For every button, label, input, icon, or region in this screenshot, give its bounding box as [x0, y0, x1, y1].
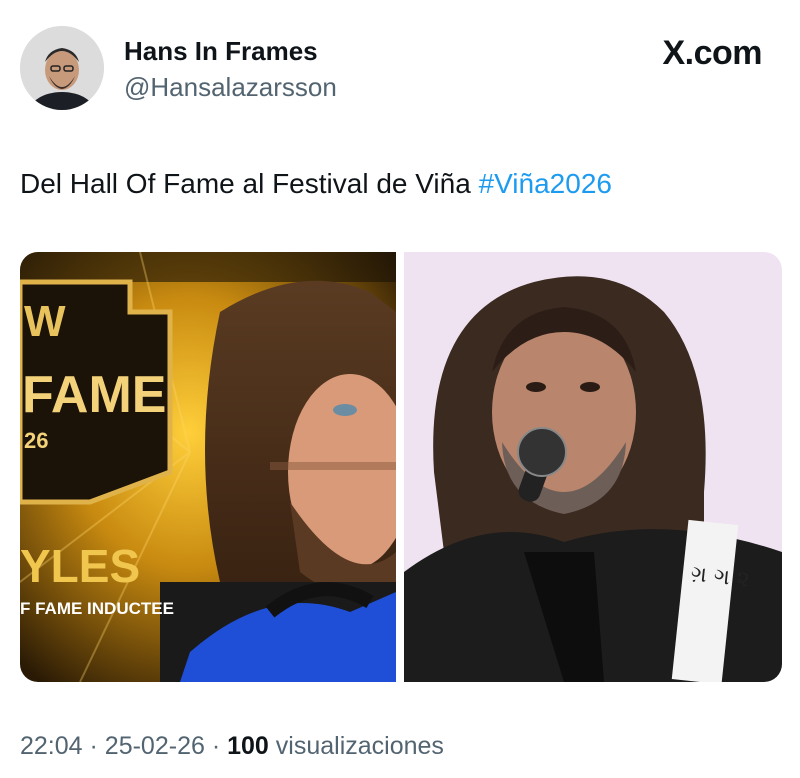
x-logo: X.com: [662, 34, 762, 72]
author-handle[interactable]: @Hansalazarsson: [124, 72, 337, 103]
festival-singer-image: ગ઼ ગ ૨: [404, 252, 782, 682]
author-avatar[interactable]: [20, 26, 104, 110]
hof-year-fragment: 26: [24, 428, 48, 453]
hashtag-link[interactable]: #Viña2026: [479, 168, 612, 199]
inductee-caption-fragment: F FAME INDUCTEE: [20, 599, 174, 618]
hall-of-fame-image: W FAME 26 YLES F FAME INDUCTEE: [20, 252, 396, 682]
meta-separator: ·: [89, 732, 98, 760]
meta-separator: ·: [211, 732, 221, 760]
tweet-date[interactable]: 25-02-26: [105, 732, 205, 760]
tweet-body: Del Hall Of Fame al Festival de Viña: [20, 168, 471, 199]
hof-title-fragment: FAME: [22, 366, 166, 424]
tweet-time[interactable]: 22:04: [20, 732, 83, 760]
views-label: visualizaciones: [275, 732, 444, 760]
tweet-media[interactable]: W FAME 26 YLES F FAME INDUCTEE ગ઼ ગ ૨: [20, 252, 782, 682]
avatar-image: [20, 26, 104, 110]
wwe-logo-letter: W: [24, 297, 66, 346]
media-image-left[interactable]: W FAME 26 YLES F FAME INDUCTEE: [20, 252, 396, 682]
tweet-text: Del Hall Of Fame al Festival de Viña #Vi…: [20, 168, 612, 200]
views-count: 100: [227, 732, 269, 760]
tweet-meta: 22:04 · 25-02-26 · 100 visualizaciones: [20, 732, 444, 761]
author-display-name[interactable]: Hans In Frames: [124, 36, 318, 67]
wrestler-name-fragment: YLES: [20, 540, 140, 592]
media-image-right[interactable]: ગ઼ ગ ૨: [404, 252, 782, 682]
